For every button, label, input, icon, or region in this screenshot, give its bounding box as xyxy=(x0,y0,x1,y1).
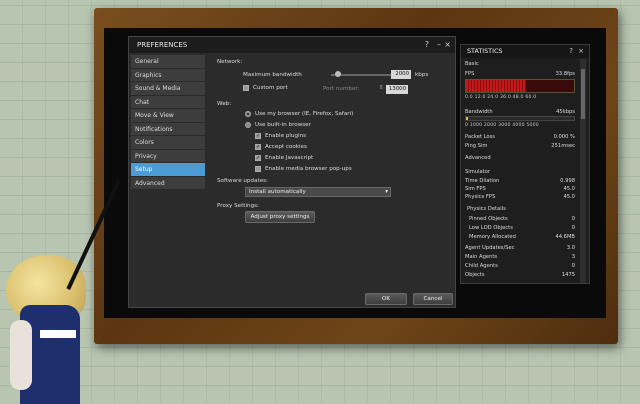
port-number-field[interactable]: 13000 xyxy=(386,85,408,94)
setup-panel: Network: Maximum bandwidth 2000 kbps Cus… xyxy=(209,55,453,287)
max-bandwidth-label: Maximum bandwidth xyxy=(243,72,302,78)
stat-value: 1475 xyxy=(561,272,575,278)
avatar-arm xyxy=(10,320,32,390)
use-builtin-browser-label: Use built-in browser xyxy=(255,122,311,128)
preferences-titlebar: PREFERENCES ? – × xyxy=(129,37,455,53)
stat-label: Sim FPS xyxy=(465,186,486,192)
enable-popups-label: Enable media browser pop-ups xyxy=(265,166,352,172)
sidebar-item-privacy[interactable]: Privacy xyxy=(131,149,205,163)
stat-value: 3 xyxy=(571,254,575,260)
bandwidth-slider-knob[interactable] xyxy=(335,71,341,77)
sidebar-item-advanced[interactable]: Advanced xyxy=(131,176,205,190)
adjust-proxy-button[interactable]: Adjust proxy settings xyxy=(245,211,315,223)
sidebar-item-colors[interactable]: Colors xyxy=(131,136,205,150)
fps-bar-fill xyxy=(466,80,527,92)
enable-plugins-label: Enable plugins xyxy=(265,133,307,139)
stat-label: Agent Updates/Sec xyxy=(465,245,515,251)
stat-label: Low LOD Objects xyxy=(469,225,513,231)
enable-javascript-checkbox[interactable]: ✓ xyxy=(255,155,261,161)
stat-label: Child Agents xyxy=(465,263,498,269)
enable-plugins-checkbox[interactable]: ✓ xyxy=(255,133,261,139)
bandwidth-bar xyxy=(465,116,575,121)
bandwidth-bar-fill xyxy=(466,117,468,120)
ping-sim-label: Ping Sim xyxy=(465,143,488,149)
statistics-title: STATISTICS xyxy=(467,47,503,55)
close-icon[interactable]: × xyxy=(444,37,451,53)
statistics-window: STATISTICS ? × Basic FPS 33.8fps 0.0 12.… xyxy=(460,44,590,284)
stat-value: 3.0 xyxy=(566,245,575,251)
bandwidth-ticks: 0 1000 2000 3000 4000 5000 xyxy=(465,123,539,128)
preferences-title: PREFERENCES xyxy=(137,41,188,49)
preferences-sidebar: General Graphics Sound & Media Chat Move… xyxy=(131,55,205,190)
sidebar-item-chat[interactable]: Chat xyxy=(131,95,205,109)
fps-value: 33.8fps xyxy=(555,71,575,77)
web-heading: Web: xyxy=(217,101,232,107)
packet-loss-label: Packet Loss xyxy=(465,134,495,140)
stat-label: Objects xyxy=(465,272,485,278)
preferences-window: PREFERENCES ? – × General Graphics Sound… xyxy=(128,36,456,308)
avatar-stripe xyxy=(40,330,76,338)
stat-value: 0.998 xyxy=(560,178,575,184)
cancel-button[interactable]: Cancel xyxy=(413,293,453,305)
help-icon[interactable]: ? xyxy=(425,37,429,53)
port-number-label: Port number: xyxy=(323,86,360,92)
use-my-browser-label: Use my browser (IE, Firefox, Safari) xyxy=(255,111,354,117)
use-my-browser-radio[interactable] xyxy=(245,111,251,117)
fps-ticks: 0.0 12.0 24.0 36.0 48.0 60.0 xyxy=(465,95,537,100)
stat-value: 45.0 xyxy=(563,186,575,192)
simulator-heading[interactable]: Simulator xyxy=(465,169,490,175)
scrollbar-thumb[interactable] xyxy=(581,69,585,119)
sidebar-item-sound-media[interactable]: Sound & Media xyxy=(131,82,205,96)
advanced-heading[interactable]: Advanced xyxy=(465,155,491,161)
help-icon[interactable]: ? xyxy=(569,45,573,58)
packet-loss-value: 0.000 % xyxy=(553,134,575,140)
close-icon[interactable]: × xyxy=(578,45,584,58)
sidebar-item-general[interactable]: General xyxy=(131,55,205,69)
software-updates-value: Install automatically xyxy=(249,189,306,195)
network-heading: Network: xyxy=(217,59,243,65)
bandwidth-label: Bandwidth xyxy=(465,109,493,115)
stat-label: Pinned Objects xyxy=(469,216,508,222)
accept-cookies-label: Accept cookies xyxy=(265,144,307,150)
fps-bar xyxy=(465,79,575,93)
stat-label: Time Dilation xyxy=(465,178,500,184)
stat-value: 0 xyxy=(571,263,575,269)
port-stepper-icon[interactable]: ⇕ xyxy=(379,85,384,91)
use-builtin-browser-radio[interactable] xyxy=(245,122,251,128)
ping-sim-value: 251msec xyxy=(551,143,575,149)
bandwidth-stat-value: 45kbps xyxy=(556,109,575,115)
custom-port-label: Custom port xyxy=(253,85,288,91)
statistics-scrollbar[interactable] xyxy=(580,59,586,283)
stat-value: 0 xyxy=(571,225,575,231)
bandwidth-value[interactable]: 2000 xyxy=(391,70,411,79)
stat-label: Memory Allocated xyxy=(469,234,516,240)
sidebar-item-notifications[interactable]: Notifications xyxy=(131,122,205,136)
custom-port-checkbox[interactable] xyxy=(243,85,249,91)
basic-heading[interactable]: Basic xyxy=(465,61,479,67)
stat-value: 0 xyxy=(571,216,575,222)
enable-javascript-label: Enable Javascript xyxy=(265,155,314,161)
stat-value: 44.6MB xyxy=(555,234,575,240)
proxy-settings-heading: Proxy Settings: xyxy=(217,203,259,209)
accept-cookies-checkbox[interactable]: ✓ xyxy=(255,144,261,150)
stat-label: Main Agents xyxy=(465,254,498,260)
software-updates-select[interactable]: Install automatically ▾ xyxy=(245,187,391,197)
fps-label: FPS xyxy=(465,71,475,77)
stat-label: Physics FPS xyxy=(465,194,496,200)
sidebar-item-graphics[interactable]: Graphics xyxy=(131,68,205,82)
bandwidth-unit: kbps xyxy=(415,72,429,78)
software-updates-heading: Software updates: xyxy=(217,178,268,184)
enable-popups-checkbox[interactable] xyxy=(255,166,261,172)
sidebar-item-move-view[interactable]: Move & View xyxy=(131,109,205,123)
minimize-icon[interactable]: – xyxy=(437,37,441,53)
stat-value: 45.0 xyxy=(563,194,575,200)
ok-button[interactable]: OK xyxy=(365,293,407,305)
chevron-down-icon: ▾ xyxy=(385,189,388,195)
physics-details-heading[interactable]: Physics Details xyxy=(467,206,506,212)
statistics-titlebar: STATISTICS ? × xyxy=(461,45,589,58)
sidebar-item-setup[interactable]: Setup xyxy=(131,163,205,177)
